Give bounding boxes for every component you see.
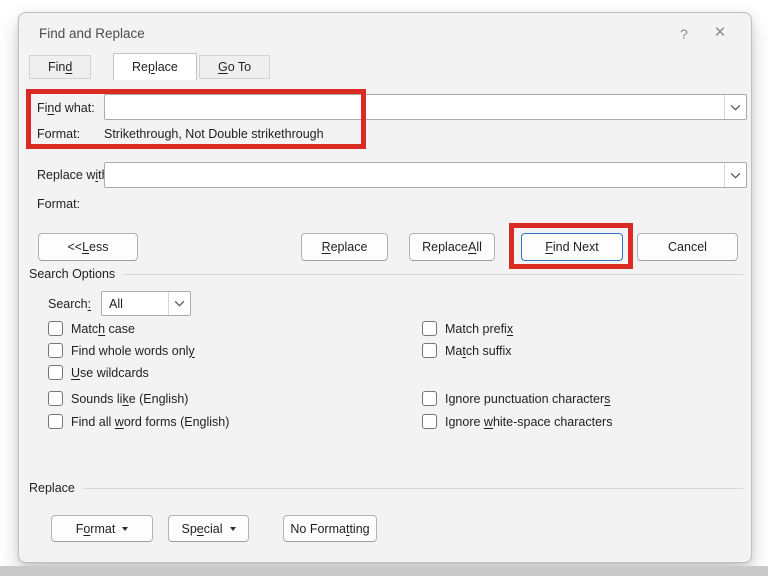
checkbox-box[interactable]	[422, 343, 437, 358]
dropdown-arrow-icon	[229, 526, 236, 531]
checkbox-find-whole-words-only[interactable]: Find whole words only	[48, 342, 195, 359]
checkbox-use-wildcards[interactable]: Use wildcards	[48, 364, 149, 381]
special-menu-label: Special	[181, 521, 223, 536]
checkbox-label: Find whole words only	[71, 343, 195, 358]
checkbox-label: Match case	[71, 321, 135, 336]
chevron-down-icon[interactable]	[168, 292, 190, 315]
dialog-title: Find and Replace	[39, 26, 145, 41]
find-format-value: Strikethrough, Not Double strikethrough	[104, 127, 324, 141]
group-divider-line	[82, 487, 743, 489]
checkbox-find-all-word-forms[interactable]: Find all word forms (English)	[48, 413, 229, 430]
search-options-group-label: Search Options	[29, 267, 116, 281]
chevron-down-icon[interactable]	[724, 95, 746, 119]
background-strip	[0, 566, 768, 576]
checkbox-match-prefix[interactable]: Match prefix	[422, 320, 513, 337]
less-button[interactable]: << Less	[38, 233, 138, 261]
find-and-replace-dialog: Find and Replace ? × Find Replace Go To …	[18, 12, 752, 563]
replace-format-label: Format:	[37, 197, 81, 211]
title-bar[interactable]: Find and Replace ? ×	[19, 13, 751, 53]
checkbox-label: Ignore punctuation characters	[445, 391, 611, 406]
checkbox-match-case[interactable]: Match case	[48, 320, 135, 337]
chevron-down-icon[interactable]	[724, 163, 746, 187]
checkbox-sounds-like[interactable]: Sounds like (English)	[48, 390, 188, 407]
dropdown-arrow-icon	[122, 526, 129, 531]
checkbox-box[interactable]	[422, 414, 437, 429]
checkbox-box[interactable]	[48, 365, 63, 380]
search-options-group-header: Search Options	[29, 267, 743, 281]
search-direction-value: All	[109, 296, 123, 311]
group-divider-line	[123, 273, 743, 275]
replace-group-label: Replace	[29, 481, 75, 495]
cancel-button[interactable]: Cancel	[637, 233, 738, 261]
checkbox-box[interactable]	[422, 321, 437, 336]
find-format-label: Format:	[37, 127, 81, 141]
find-what-combobox[interactable]	[104, 94, 747, 120]
format-menu-button[interactable]: Format	[51, 515, 153, 542]
checkbox-label: Ignore white-space characters	[445, 414, 613, 429]
replace-with-label: Replace with:	[37, 168, 112, 182]
checkbox-box[interactable]	[48, 391, 63, 406]
no-formatting-button[interactable]: No Forma t ting	[283, 515, 377, 542]
replace-all-button[interactable]: Replace All	[409, 233, 495, 261]
checkbox-label: Match prefix	[445, 321, 514, 336]
find-what-label: Find what:	[37, 101, 95, 115]
checkbox-box[interactable]	[48, 414, 63, 429]
checkbox-ignore-punctuation[interactable]: Ignore punctuation characters	[422, 390, 610, 407]
replace-button[interactable]: Replace	[301, 233, 388, 261]
replace-with-combobox[interactable]	[104, 162, 747, 188]
tab-find[interactable]: Find	[29, 55, 92, 79]
checkbox-box[interactable]	[422, 391, 437, 406]
find-next-button[interactable]: Find Next	[521, 233, 623, 261]
search-direction-label: Search:	[48, 297, 92, 311]
format-menu-label: Format	[75, 521, 116, 536]
checkbox-label: Use wildcards	[71, 365, 149, 380]
checkbox-box[interactable]	[48, 343, 63, 358]
checkbox-label: Match suffix	[445, 343, 512, 358]
find-what-input[interactable]	[105, 95, 724, 119]
special-menu-button[interactable]: Special	[168, 515, 249, 542]
replace-with-input[interactable]	[105, 163, 724, 187]
checkbox-ignore-white-space[interactable]: Ignore white-space characters	[422, 413, 612, 430]
checkbox-label: Find all word forms (English)	[71, 414, 230, 429]
checkbox-label: Sounds like (English)	[71, 391, 189, 406]
tab-go-to[interactable]: Go To	[199, 55, 271, 79]
close-icon[interactable]: ×	[705, 21, 735, 47]
help-icon[interactable]: ?	[669, 21, 699, 47]
search-direction-dropdown[interactable]: All	[101, 291, 191, 316]
checkbox-box[interactable]	[48, 321, 63, 336]
tab-replace[interactable]: Replace	[113, 53, 197, 80]
checkbox-match-suffix[interactable]: Match suffix	[422, 342, 511, 359]
replace-group-header: Replace	[29, 481, 743, 495]
